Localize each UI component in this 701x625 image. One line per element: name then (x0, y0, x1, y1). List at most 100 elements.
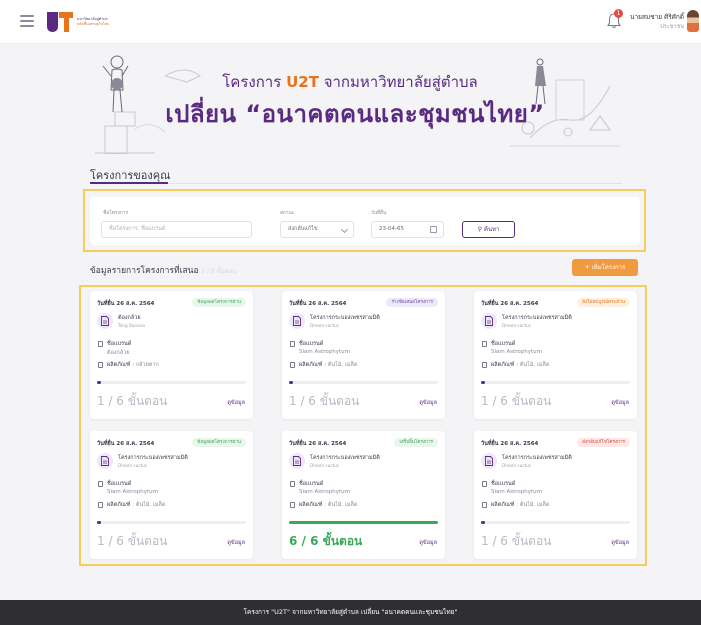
card-product-label: ผลิตภัณฑ์ (299, 362, 323, 368)
add-project-button[interactable]: + เพิ่มโครงการ (572, 259, 638, 276)
card-brand-value: ต้องกล้วย (107, 350, 130, 356)
card-project-name: โครงการกระบองเพชรสามมิติ (502, 455, 572, 461)
top-bar: มหาวิทยาลัยสู่ตำบล พลิกฟื้นเศรษฐกิจไทย 1… (0, 0, 701, 44)
list-title-text: ข้อมูลรายการโครงการที่เสนอ (90, 266, 199, 276)
card-step-count: 1 / 6 ขั้นตอน (97, 394, 168, 408)
progress-fill (481, 381, 486, 384)
card-step-count: 1 / 6 ขั้นตอน (97, 534, 168, 548)
product-icon (98, 502, 103, 508)
card-project-subtitle: Tong Banana (118, 323, 145, 328)
brand-icon (98, 341, 103, 347)
progress-track (97, 381, 246, 384)
status-badge: เสร็จสิ้นโครงการ (394, 438, 438, 447)
card-brand-label: ชื่อแบรนด์ (107, 341, 132, 347)
project-card[interactable]: วันที่ยื่น 26 ส.ค. 2564 ยังไม่สมบูรณ์ครบ… (474, 291, 637, 419)
card-submit-date: วันที่ยื่น 26 ส.ค. 2564 (289, 301, 347, 307)
search-button-label: ค้นหา (483, 226, 500, 233)
status-select[interactable]: ส่งกลับแก้ไข (280, 221, 354, 238)
card-project-subtitle: Dream cactus (502, 463, 532, 468)
avatar[interactable] (687, 10, 699, 32)
card-product: ผลิตภัณฑ์ : ต้นไม้, เมล็ด (299, 502, 358, 508)
section-title-underline (90, 182, 168, 184)
product-icon (482, 502, 487, 508)
hero-title-brand: U2T (286, 73, 319, 91)
user-name[interactable]: นายสมชาย ศิริศักดิ์ (624, 12, 684, 22)
card-brand-label: ชื่อแบรนด์ (491, 341, 516, 347)
card-project-name: โครงการกระบองเพชรสามมิติ (310, 455, 380, 461)
add-project-label: เพิ่มโครงการ (591, 264, 626, 271)
view-detail-link[interactable]: ดูข้อมูล (227, 539, 245, 547)
search-icon: ⚲ (477, 226, 483, 233)
document-icon (481, 313, 497, 329)
project-card[interactable]: วันที่ยื่น 26 ส.ค. 2564 ร่างข้อเสนอโครงก… (282, 291, 445, 419)
status-label: สถานะ (280, 211, 295, 216)
status-badge: ยังไม่สมบูรณ์ครบถ้วน (577, 298, 630, 307)
document-icon (289, 313, 305, 329)
project-name-label: ชื่อโครงการ (103, 211, 129, 216)
progress-track (481, 521, 630, 524)
card-submit-date: วันที่ยื่น 26 ส.ค. 2564 (97, 441, 155, 447)
card-brand-label: ชื่อแบรนด์ (299, 481, 324, 487)
view-detail-link[interactable]: ดูข้อมูล (419, 539, 437, 547)
card-step-count: 6 / 6 ขั้นตอน (289, 534, 363, 548)
list-title: ข้อมูลรายการโครงการที่เสนอ 1 / 6 ขั้นตอน (90, 263, 237, 277)
document-icon (289, 453, 305, 469)
view-detail-link[interactable]: ดูข้อมูล (611, 539, 629, 547)
card-project-name: โครงการกระบองเพชรสามมิติ (502, 315, 572, 321)
status-badge: ข้อมูลผลโครงการผ่าน (192, 438, 246, 447)
footer: โครงการ "U2T" จากมหาวิทยาลัยสู่ตำบล เปลี… (0, 600, 701, 625)
search-button[interactable]: ⚲ ค้นหา (462, 221, 515, 238)
product-icon (290, 362, 295, 368)
status-badge: ส่งกลับแก้ไขโครงการ (577, 438, 630, 447)
card-product-value: ต้นไม้, เมล็ด (327, 362, 358, 368)
card-product-label: ผลิตภัณฑ์ (299, 502, 323, 508)
u2t-logo-mark (47, 12, 73, 32)
project-card[interactable]: วันที่ยื่น 26 ส.ค. 2564 ข้อมูลผลโครงการผ… (90, 431, 253, 559)
progress-fill (97, 521, 102, 524)
card-project-subtitle: Dream cactus (310, 323, 340, 328)
card-step-count: 1 / 6 ขั้นตอน (289, 394, 360, 408)
view-detail-link[interactable]: ดูข้อมูล (419, 399, 437, 407)
chevron-down-icon (340, 225, 349, 234)
date-input-value: 23-04-65 (379, 226, 404, 232)
card-product-value: ต้นไม้, เมล็ด (327, 502, 358, 508)
menu-icon[interactable] (20, 15, 34, 27)
card-product-value: ต้นไม้, เมล็ด (135, 502, 166, 508)
plus-icon: + (584, 264, 590, 271)
card-brand-value: Siam Astrophytum (491, 489, 543, 495)
card-step-count: 1 / 6 ขั้นตอน (481, 394, 552, 408)
date-input[interactable]: 23-04-65 (371, 221, 444, 238)
progress-track (97, 521, 246, 524)
project-card[interactable]: วันที่ยื่น 26 ส.ค. 2564 เสร็จสิ้นโครงการ… (282, 431, 445, 559)
card-product-value: ต้นไม้, เมล็ด (519, 362, 550, 368)
card-project-name: โครงการกระบองเพชรสามมิติ (310, 315, 380, 321)
card-project-subtitle: Dream cactus (502, 323, 532, 328)
card-product: ผลิตภัณฑ์ : ต้นไม้, เมล็ด (491, 362, 550, 368)
brand-icon (482, 481, 487, 487)
project-search-input[interactable]: ชื่อโครงการ, ชื่อแบรนด์ (101, 221, 252, 238)
status-badge: ร่างข้อเสนอโครงการ (386, 298, 438, 307)
product-icon (98, 362, 103, 368)
document-icon (481, 453, 497, 469)
card-submit-date: วันที่ยื่น 26 ส.ค. 2564 (481, 301, 539, 307)
card-product-label: ผลิตภัณฑ์ (491, 502, 515, 508)
card-product: ผลิตภัณฑ์ : ต้นไม้, เมล็ด (299, 362, 358, 368)
progress-track (289, 521, 438, 524)
user-role: ประชาชน (660, 24, 684, 30)
product-icon (290, 502, 295, 508)
project-card[interactable]: วันที่ยื่น 26 ส.ค. 2564 ข้อมูลผลโครงการผ… (90, 291, 253, 419)
status-select-value: ส่งกลับแก้ไข (288, 226, 318, 232)
hero-banner: โครงการ U2T จากมหาวิทยาลัยสู่ตำบล เปลี่ย… (0, 44, 701, 164)
card-brand-label: ชื่อแบรนด์ (107, 481, 132, 487)
project-card[interactable]: วันที่ยื่น 26 ส.ค. 2564 ส่งกลับแก้ไขโครง… (474, 431, 637, 559)
logo-text: มหาวิทยาลัยสู่ตำบล พลิกฟื้นเศรษฐกิจไทย (77, 17, 109, 27)
card-brand-value: Siam Astrophytum (491, 349, 543, 355)
calendar-icon (430, 226, 437, 233)
card-project-name: ต้องกล้วย (118, 315, 141, 321)
u2t-logo[interactable]: มหาวิทยาลัยสู่ตำบล พลิกฟื้นเศรษฐกิจไทย (47, 11, 117, 33)
view-detail-link[interactable]: ดูข้อมูล (611, 399, 629, 407)
view-detail-link[interactable]: ดูข้อมูล (227, 399, 245, 407)
card-product-label: ผลิตภัณฑ์ (107, 502, 131, 508)
card-project-name: โครงการกระบองเพชรสามมิติ (118, 455, 188, 461)
card-project-subtitle: Dream cactus (310, 463, 340, 468)
